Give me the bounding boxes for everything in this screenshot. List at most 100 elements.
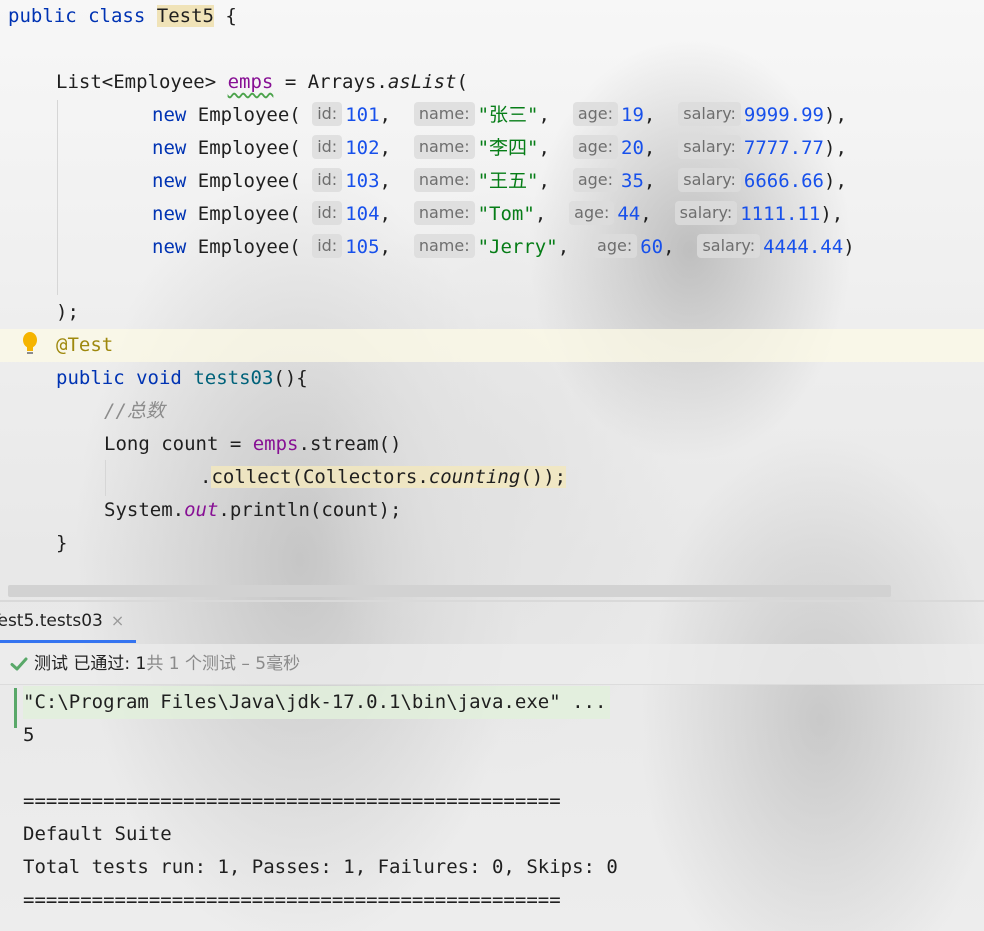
- keyword: new: [152, 137, 187, 159]
- param-hint: salary:: [697, 234, 761, 258]
- test-status-bar: 测试 已通过: 1共 1 个测试 – 5毫秒: [0, 644, 984, 685]
- status-passed: 测试 已通过: 1: [34, 654, 147, 674]
- check-icon: [10, 657, 28, 671]
- param-hint: name:: [413, 102, 475, 126]
- constructor-call: Employee(: [197, 137, 301, 159]
- param-hint: id:: [312, 201, 343, 225]
- arg-age: 20: [621, 137, 644, 159]
- punct: ),: [824, 104, 847, 126]
- code-line-class-decl[interactable]: public class Test5 {: [8, 0, 237, 33]
- punct: );: [56, 301, 79, 323]
- param-hint: id:: [312, 168, 343, 192]
- param-hint: name:: [413, 201, 475, 225]
- arg-id: 101: [345, 104, 380, 126]
- keyword: void: [136, 367, 182, 389]
- method-call: .stream(): [298, 433, 402, 455]
- arg-salary: 4444.44: [763, 236, 844, 258]
- class-ref: System.: [104, 499, 185, 521]
- param-hint: age:: [592, 234, 638, 258]
- field-emps[interactable]: emps: [253, 433, 299, 455]
- console-output-line: 5: [23, 724, 35, 746]
- code-line-annotation[interactable]: @Test: [56, 329, 113, 362]
- status-detail: 共 1 个测试 – 5毫秒: [146, 654, 301, 674]
- param-hint: name:: [413, 135, 475, 159]
- lightbulb-icon[interactable]: [22, 331, 38, 357]
- keyword: new: [152, 203, 187, 225]
- method-call: collect(Collectors.: [211, 466, 429, 488]
- param-hint: id:: [312, 135, 343, 159]
- arg-age: 60: [640, 236, 664, 258]
- punct: .: [200, 466, 212, 488]
- run-tool-window: Test5.tests03 × 测试 已通过: 1共 1 个测试 – 5毫秒 "C…: [0, 600, 984, 931]
- constructor-call: Employee(: [197, 236, 301, 258]
- param-hint: salary:: [674, 201, 738, 225]
- param-hint: id:: [312, 102, 343, 126]
- arg-salary: 7777.77: [743, 137, 824, 159]
- field-emps[interactable]: emps: [228, 71, 274, 93]
- code-line-employee[interactable]: new Employee( id: 104, name: "Tom", age: 44…: [152, 198, 843, 231]
- class-name[interactable]: Test5: [156, 5, 214, 27]
- tab-test5-tests03[interactable]: Test5.tests03 ×: [0, 602, 136, 643]
- arg-id: 105: [345, 236, 380, 258]
- current-line-highlight: [0, 329, 984, 362]
- arg-age: 35: [621, 170, 644, 192]
- param-hint: id:: [312, 234, 343, 258]
- method-call: .println(count);: [218, 499, 402, 521]
- arg-age: 44: [617, 203, 641, 225]
- brace: {: [225, 5, 237, 27]
- param-hint: age:: [572, 168, 619, 192]
- punct: ): [843, 236, 855, 258]
- method-name[interactable]: tests03: [193, 367, 273, 389]
- test-status: 测试 已通过: 1共 1 个测试 – 5毫秒: [34, 644, 300, 684]
- keyword: class: [88, 5, 146, 27]
- annotation: @Test: [56, 334, 114, 356]
- code-line-count[interactable]: Long count = emps.stream(): [104, 428, 401, 461]
- arg-name: "王五": [477, 170, 539, 192]
- code-line-employee[interactable]: new Employee( id: 103, name: "王五", age: 35,…: [152, 165, 847, 198]
- arg-age: 19: [621, 104, 644, 126]
- indent-guide: [105, 460, 106, 496]
- punct: ),: [824, 170, 847, 192]
- arg-name: "Jerry": [477, 236, 558, 258]
- param-hint: salary:: [678, 102, 741, 126]
- keyword: new: [152, 104, 187, 126]
- static-field: out: [184, 499, 219, 521]
- code-line-employee[interactable]: new Employee( id: 105, name: "Jerry", age:…: [152, 231, 855, 264]
- run-tab-bar: Test5.tests03 ×: [0, 602, 984, 643]
- arg-id: 104: [345, 203, 380, 225]
- constructor-call: Employee(: [197, 203, 301, 225]
- param-hint: age:: [569, 201, 615, 225]
- method-call: counting: [428, 466, 521, 488]
- code-line-employee[interactable]: new Employee( id: 102, name: "李四", age: 20,…: [152, 132, 847, 165]
- type-name: List<Employee>: [56, 71, 217, 93]
- code-line-close-method[interactable]: }: [56, 527, 67, 560]
- console-output-line: ========================================…: [23, 790, 561, 812]
- class-ref: Arrays.: [307, 71, 388, 93]
- arg-salary: 9999.99: [743, 104, 824, 126]
- code-line-employee[interactable]: new Employee( id: 101, name: "张三", age: 19,…: [152, 99, 847, 132]
- operator: =: [284, 71, 297, 93]
- console-output-line: Default Suite: [23, 823, 172, 845]
- code-line-close-list[interactable]: );: [56, 296, 79, 329]
- keyword: public: [8, 5, 77, 27]
- code-line-comment[interactable]: //总数: [104, 395, 165, 428]
- code-line-method-decl[interactable]: public void tests03(){: [56, 362, 308, 395]
- code-line-collect[interactable]: .collect(Collectors.counting());: [200, 461, 567, 494]
- paren: (: [456, 71, 468, 93]
- close-icon[interactable]: ×: [111, 611, 124, 630]
- console-command-line[interactable]: "C:\Program Files\Java\jdk-17.0.1\bin\ja…: [23, 686, 611, 719]
- horizontal-scrollbar[interactable]: [8, 585, 891, 597]
- param-hint: age:: [572, 135, 619, 159]
- comment: //总数: [104, 400, 165, 422]
- keyword: public: [56, 367, 125, 389]
- arg-salary: 6666.66: [743, 170, 824, 192]
- code-line-print[interactable]: System.out.println(count);: [104, 494, 401, 527]
- keyword: new: [152, 170, 187, 192]
- code-editor[interactable]: public class Test5 { List<Employee> emps…: [0, 0, 984, 600]
- code-line-list-decl[interactable]: List<Employee> emps = Arrays.asList(: [56, 66, 468, 99]
- param-hint: age:: [572, 102, 619, 126]
- punct: ());: [520, 466, 567, 488]
- brace: }: [56, 532, 68, 554]
- pass-marker: [14, 688, 17, 728]
- console-output-line: Total tests run: 1, Passes: 1, Failures:…: [23, 856, 618, 878]
